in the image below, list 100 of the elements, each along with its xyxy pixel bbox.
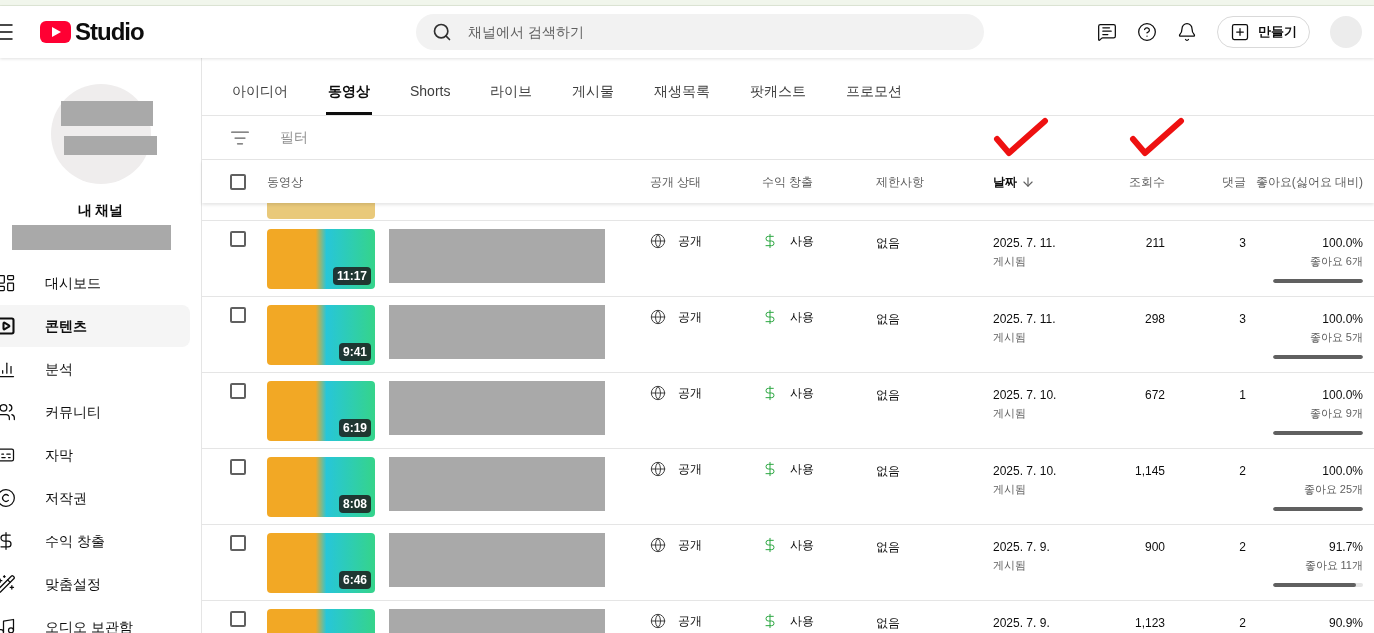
dollar-icon (762, 309, 778, 325)
date-text: 2025. 7. 9. (993, 539, 1051, 556)
restrictions-text: 없음 (876, 616, 900, 630)
column-header[interactable]: 날짜 (993, 172, 1017, 191)
sidebar-item[interactable]: 자막 (0, 434, 190, 476)
dollar-icon (762, 385, 778, 401)
video-duration: 9:41 (338, 343, 371, 361)
monetization-text: 사용 (790, 461, 814, 478)
restrictions-text: 없음 (876, 388, 900, 402)
tab[interactable]: 게시물 (570, 70, 617, 115)
restrictions-text: 없음 (876, 236, 900, 250)
likes-count: 좋아요 5개 (1309, 330, 1363, 345)
sidebar-item[interactable]: 분석 (0, 348, 190, 390)
like-ratio: 90.9% (1328, 615, 1363, 632)
status-text: 게시됨 (993, 482, 1027, 497)
visibility-text: 공개 (678, 461, 702, 478)
comments-count: 2 (1239, 615, 1246, 632)
sidebar-item[interactable]: 수익 창출 (0, 520, 190, 562)
visibility-text: 공개 (678, 613, 702, 630)
restrictions-text: 없음 (876, 464, 900, 478)
dollar-icon (762, 233, 778, 249)
visibility-text: 공개 (678, 233, 702, 250)
checkbox[interactable] (230, 173, 246, 190)
channel-label: 내 채널 (77, 201, 124, 220)
dollar-icon (762, 461, 778, 477)
likes-count: 좋아요 6개 (1309, 254, 1363, 269)
like-ratio: 100.0% (1322, 463, 1363, 480)
feedback-icon[interactable] (1097, 22, 1117, 42)
date-text: 2025. 7. 9. (993, 615, 1051, 632)
thumbnail-placeholder[interactable]: 6:19 (267, 381, 375, 441)
checkbox[interactable] (230, 231, 246, 247)
search-field[interactable]: 채널에서 검색하기 (415, 14, 984, 50)
thumbnail-placeholder[interactable]: 9:41 (267, 305, 375, 365)
visibility-text: 공개 (678, 309, 702, 326)
comments-count: 3 (1239, 235, 1246, 252)
globe-icon (650, 233, 666, 249)
monetization-text: 사용 (790, 537, 814, 554)
column-header[interactable]: 수익 창출 (762, 172, 814, 191)
thumbnail-placeholder[interactable]: 11:17 (267, 229, 375, 289)
tab[interactable]: 동영상 (326, 70, 372, 115)
sidebar-item[interactable]: 오디오 보관함 (0, 606, 190, 633)
column-header[interactable]: 공개 상태 (650, 172, 702, 191)
video-plus-icon (1230, 22, 1250, 42)
logo-text: Studio (75, 17, 144, 47)
tab[interactable]: 아이디어 (230, 70, 290, 115)
checkbox[interactable] (230, 611, 246, 627)
globe-icon (650, 309, 666, 325)
dollar-icon (762, 613, 778, 629)
play-logo-icon (40, 21, 71, 43)
filter-field[interactable]: 필터 (280, 127, 461, 148)
status-text: 게시됨 (993, 558, 1027, 573)
views-count: 1,145 (1134, 463, 1165, 480)
sidebar-item[interactable]: 저작권 (0, 477, 190, 519)
dollar-icon (762, 537, 778, 553)
copyright-icon (0, 488, 16, 508)
column-header[interactable]: 동영상 (267, 172, 303, 191)
video-duration: 11:17 (332, 267, 371, 285)
notification-icon[interactable] (1177, 22, 1197, 42)
date-text: 2025. 7. 10. (993, 387, 1058, 404)
globe-icon (650, 385, 666, 401)
status-text: 게시됨 (993, 254, 1027, 269)
like-ratio: 100.0% (1322, 387, 1363, 404)
tab[interactable]: Shorts (408, 70, 453, 115)
monetization-text: 사용 (790, 385, 814, 402)
visibility-text: 공개 (678, 385, 702, 402)
tab[interactable]: 팟캐스트 (748, 70, 809, 115)
sidebar-item[interactable]: 커뮤니티 (0, 391, 190, 433)
column-header[interactable]: 제한사항 (876, 172, 924, 191)
date-text: 2025. 7. 11. (993, 235, 1057, 252)
tab[interactable]: 라이브 (488, 70, 535, 115)
thumbnail-placeholder[interactable]: 8:08 (267, 457, 375, 517)
checkbox[interactable] (230, 307, 246, 323)
magic-wand-icon (0, 574, 16, 594)
play-icon (0, 316, 16, 336)
thumbnail-placeholder[interactable]: 6:46 (267, 533, 375, 593)
checkbox[interactable] (230, 535, 246, 551)
restrictions-text: 없음 (876, 540, 900, 554)
column-header[interactable]: 댓글 (1222, 172, 1246, 191)
comments-count: 2 (1239, 539, 1246, 556)
column-header[interactable]: 좋아요(싫어요 대비) (1255, 172, 1363, 191)
tab[interactable]: 프로모션 (844, 70, 905, 115)
column-header[interactable]: 조회수 (1129, 172, 1165, 191)
globe-icon (650, 537, 666, 553)
visibility-text: 공개 (678, 537, 702, 554)
checkbox[interactable] (230, 383, 246, 399)
views-count: 298 (1144, 311, 1165, 328)
video-duration: 6:19 (338, 419, 371, 437)
globe-icon (650, 461, 666, 477)
comments-count: 2 (1239, 463, 1246, 480)
likes-count: 좋아요 11개 (1304, 558, 1363, 573)
tab[interactable]: 재생목록 (652, 70, 713, 115)
sidebar-item[interactable]: 대시보드 (0, 262, 190, 304)
sidebar-item[interactable]: 콘텐츠 (0, 305, 190, 347)
views-count: 900 (1144, 539, 1165, 556)
like-ratio: 100.0% (1322, 235, 1363, 252)
checkbox[interactable] (230, 459, 246, 475)
sort-arrow-icon[interactable] (1021, 174, 1035, 189)
sidebar-item[interactable]: 맞춤설정 (0, 563, 190, 605)
help-icon[interactable] (1137, 22, 1157, 42)
monetization-text: 사용 (790, 613, 814, 630)
